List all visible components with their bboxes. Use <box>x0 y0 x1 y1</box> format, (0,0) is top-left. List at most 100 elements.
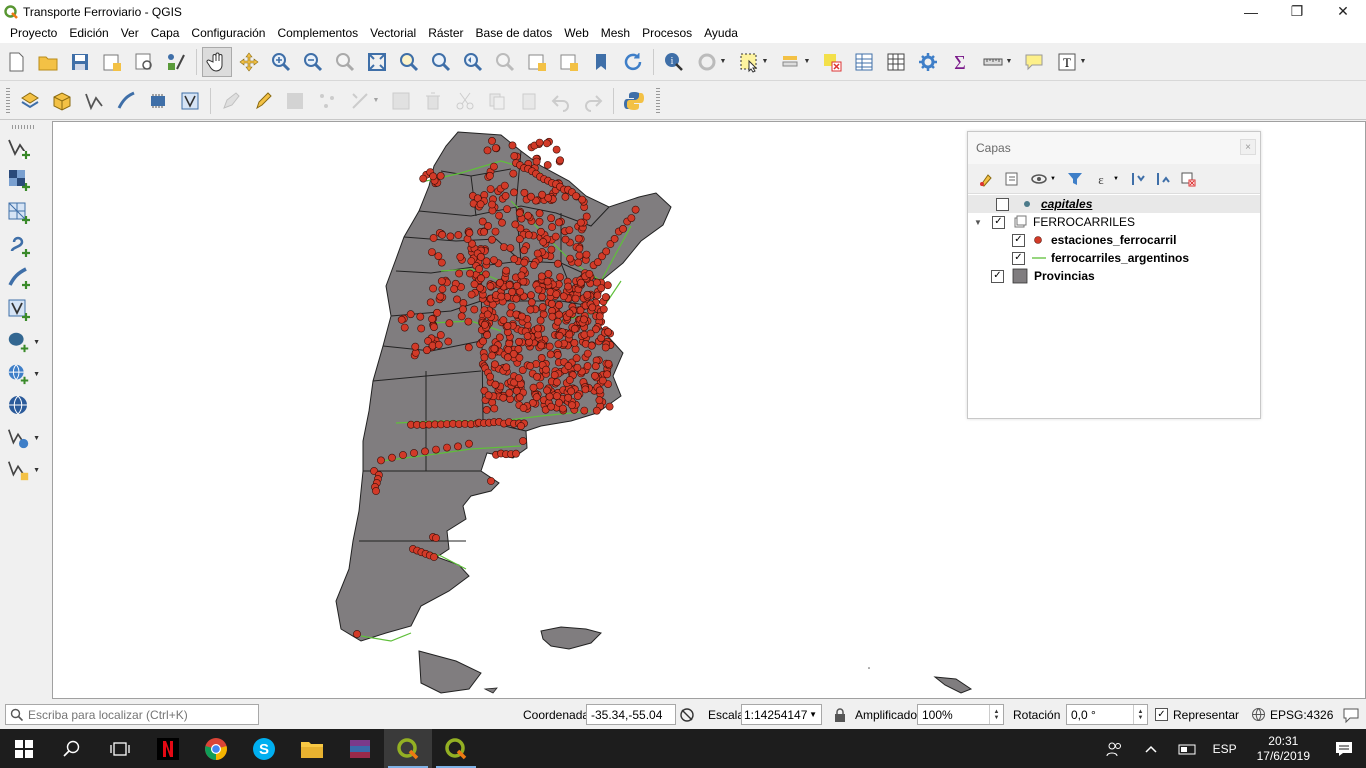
file-explorer-icon[interactable] <box>288 729 336 768</box>
add-raster-layer-icon[interactable] <box>6 165 40 195</box>
render-checkbox[interactable]: ✓ <box>1155 708 1168 721</box>
coordinate-field[interactable]: -35.34,-55.04 <box>586 704 676 725</box>
add-vector-layer-icon[interactable] <box>6 133 40 163</box>
layout-manager-icon[interactable] <box>129 47 159 77</box>
chrome-icon[interactable] <box>192 729 240 768</box>
map-tips-icon[interactable] <box>1019 47 1049 77</box>
maximize-button[interactable]: ❐ <box>1274 0 1320 23</box>
new-map-view-icon[interactable] <box>522 47 552 77</box>
statistics-icon[interactable]: Σ <box>945 47 975 77</box>
messages-icon[interactable] <box>1342 704 1360 725</box>
open-layer-styling-icon[interactable] <box>974 168 999 190</box>
add-mesh-layer-icon[interactable] <box>6 198 40 228</box>
cut-features-icon[interactable] <box>450 86 480 116</box>
manage-map-themes-icon[interactable]: ▼ <box>1024 168 1062 190</box>
clock[interactable]: 20:31 17/6/2019 <box>1257 734 1310 764</box>
new-print-layout-icon[interactable] <box>97 47 127 77</box>
magnifier-spinbox[interactable]: 100% ▲ ▼ <box>917 704 1004 725</box>
spin-arrows-icon[interactable]: ▲ ▼ <box>989 705 1003 724</box>
locator-bar[interactable] <box>5 704 259 725</box>
start-button-icon[interactable] <box>0 729 48 768</box>
open-project-icon[interactable] <box>33 47 63 77</box>
field-calculator-icon[interactable] <box>881 47 911 77</box>
delete-selected-icon[interactable] <box>418 86 448 116</box>
people-icon[interactable] <box>1097 729 1133 768</box>
toolbar-grip[interactable] <box>656 87 660 114</box>
rotation-spinbox[interactable]: 0,0 ° ▲ ▼ <box>1066 704 1148 725</box>
skype-icon[interactable]: S <box>240 729 288 768</box>
measure-icon[interactable]: ▼ <box>977 47 1017 77</box>
add-geopackage-layer-icon[interactable] <box>47 86 77 116</box>
search-icon[interactable] <box>48 729 96 768</box>
pan-to-selection-icon[interactable] <box>234 47 264 77</box>
toggle-editing-icon[interactable] <box>248 86 278 116</box>
toolbar-grip[interactable] <box>6 87 10 114</box>
new-spatialite-icon[interactable] <box>111 86 141 116</box>
redo-icon[interactable] <box>578 86 608 116</box>
new-memory-layer-icon[interactable] <box>143 86 173 116</box>
notifications-icon[interactable] <box>1322 729 1366 768</box>
chevron-down-icon[interactable]: ▼ <box>809 710 821 719</box>
copy-features-icon[interactable] <box>482 86 512 116</box>
menu-edicion[interactable]: Edición <box>63 26 114 40</box>
zoom-next-icon[interactable] <box>490 47 520 77</box>
menu-proyecto[interactable]: Proyecto <box>4 26 63 40</box>
minimize-button[interactable]: — <box>1228 0 1274 23</box>
menu-ayuda[interactable]: Ayuda <box>698 26 744 40</box>
scale-combo[interactable]: 1:14254147 ▼ <box>741 704 822 725</box>
bookmark-icon[interactable] <box>586 47 616 77</box>
qgis-taskbar-icon[interactable] <box>384 729 432 768</box>
menu-procesos[interactable]: Procesos <box>636 26 698 40</box>
layer-row-estaciones[interactable]: ✓ estaciones_ferrocarril <box>968 231 1260 249</box>
pan-map-icon[interactable] <box>202 46 232 77</box>
paste-features-icon[interactable] <box>514 86 544 116</box>
filter-by-expression-icon[interactable]: ε ▼ <box>1087 168 1125 190</box>
menu-mesh[interactable]: Mesh <box>595 26 636 40</box>
add-wms-layer-icon[interactable]: ▼ <box>6 359 40 389</box>
add-virtual-layer-icon[interactable] <box>6 295 40 325</box>
python-console-icon[interactable] <box>619 86 649 116</box>
filter-legend-icon[interactable] <box>1062 168 1087 190</box>
modify-attributes-icon[interactable] <box>386 86 416 116</box>
layer-row-capitales[interactable]: capitales <box>968 195 1260 213</box>
new-3d-view-icon[interactable] <box>554 47 584 77</box>
remove-layer-icon[interactable] <box>1175 168 1200 190</box>
zoom-out-icon[interactable] <box>298 47 328 77</box>
netflix-icon[interactable] <box>144 729 192 768</box>
current-edits-icon[interactable] <box>216 86 246 116</box>
menu-ver[interactable]: Ver <box>115 26 145 40</box>
layers-panel-close-button[interactable]: × <box>1240 139 1256 155</box>
menu-configuracion[interactable]: Configuración <box>185 26 271 40</box>
save-project-icon[interactable] <box>65 47 95 77</box>
new-virtual-layer-icon[interactable] <box>175 86 205 116</box>
add-spatialite-layer-icon[interactable] <box>6 263 40 293</box>
identify-features-icon[interactable]: i <box>659 47 689 77</box>
select-features-icon[interactable]: ▼ <box>733 47 773 77</box>
layer-row-ferrocarriles[interactable]: ▼ ✓ FERROCARRILES <box>968 213 1260 231</box>
toggle-extents-icon[interactable] <box>679 704 695 725</box>
zoom-to-selection-icon[interactable] <box>394 47 424 77</box>
chevron-up-icon[interactable] <box>1133 729 1169 768</box>
task-view-icon[interactable] <box>96 729 144 768</box>
add-delimited-text-layer-icon[interactable] <box>6 231 40 261</box>
menu-raster[interactable]: Ráster <box>422 26 469 40</box>
menu-base-de-datos[interactable]: Base de datos <box>470 26 559 40</box>
layer-checkbox-ferrocarriles[interactable]: ✓ <box>992 215 1005 229</box>
text-annotation-icon[interactable]: T ▼ <box>1051 47 1091 77</box>
menu-web[interactable]: Web <box>558 26 594 40</box>
winrar-icon[interactable] <box>336 729 384 768</box>
undo-icon[interactable] <box>546 86 576 116</box>
add-feature-icon[interactable] <box>312 86 342 116</box>
locator-input[interactable] <box>28 707 248 722</box>
menu-complementos[interactable]: Complementos <box>271 26 364 40</box>
crs-button[interactable]: EPSG:4326 <box>1251 704 1333 725</box>
network-icon[interactable] <box>1169 729 1205 768</box>
add-wfs-layer-icon[interactable]: ▼ <box>6 423 40 453</box>
add-postgis-layer-icon[interactable]: ▼ <box>6 327 40 357</box>
zoom-to-layer-icon[interactable] <box>426 47 456 77</box>
collapse-all-icon[interactable] <box>1150 168 1175 190</box>
attribute-table-icon[interactable] <box>849 47 879 77</box>
qgis-taskbar-icon-2[interactable] <box>432 729 480 768</box>
close-button[interactable]: ✕ <box>1320 0 1366 23</box>
actions-icon[interactable]: ▼ <box>691 47 731 77</box>
